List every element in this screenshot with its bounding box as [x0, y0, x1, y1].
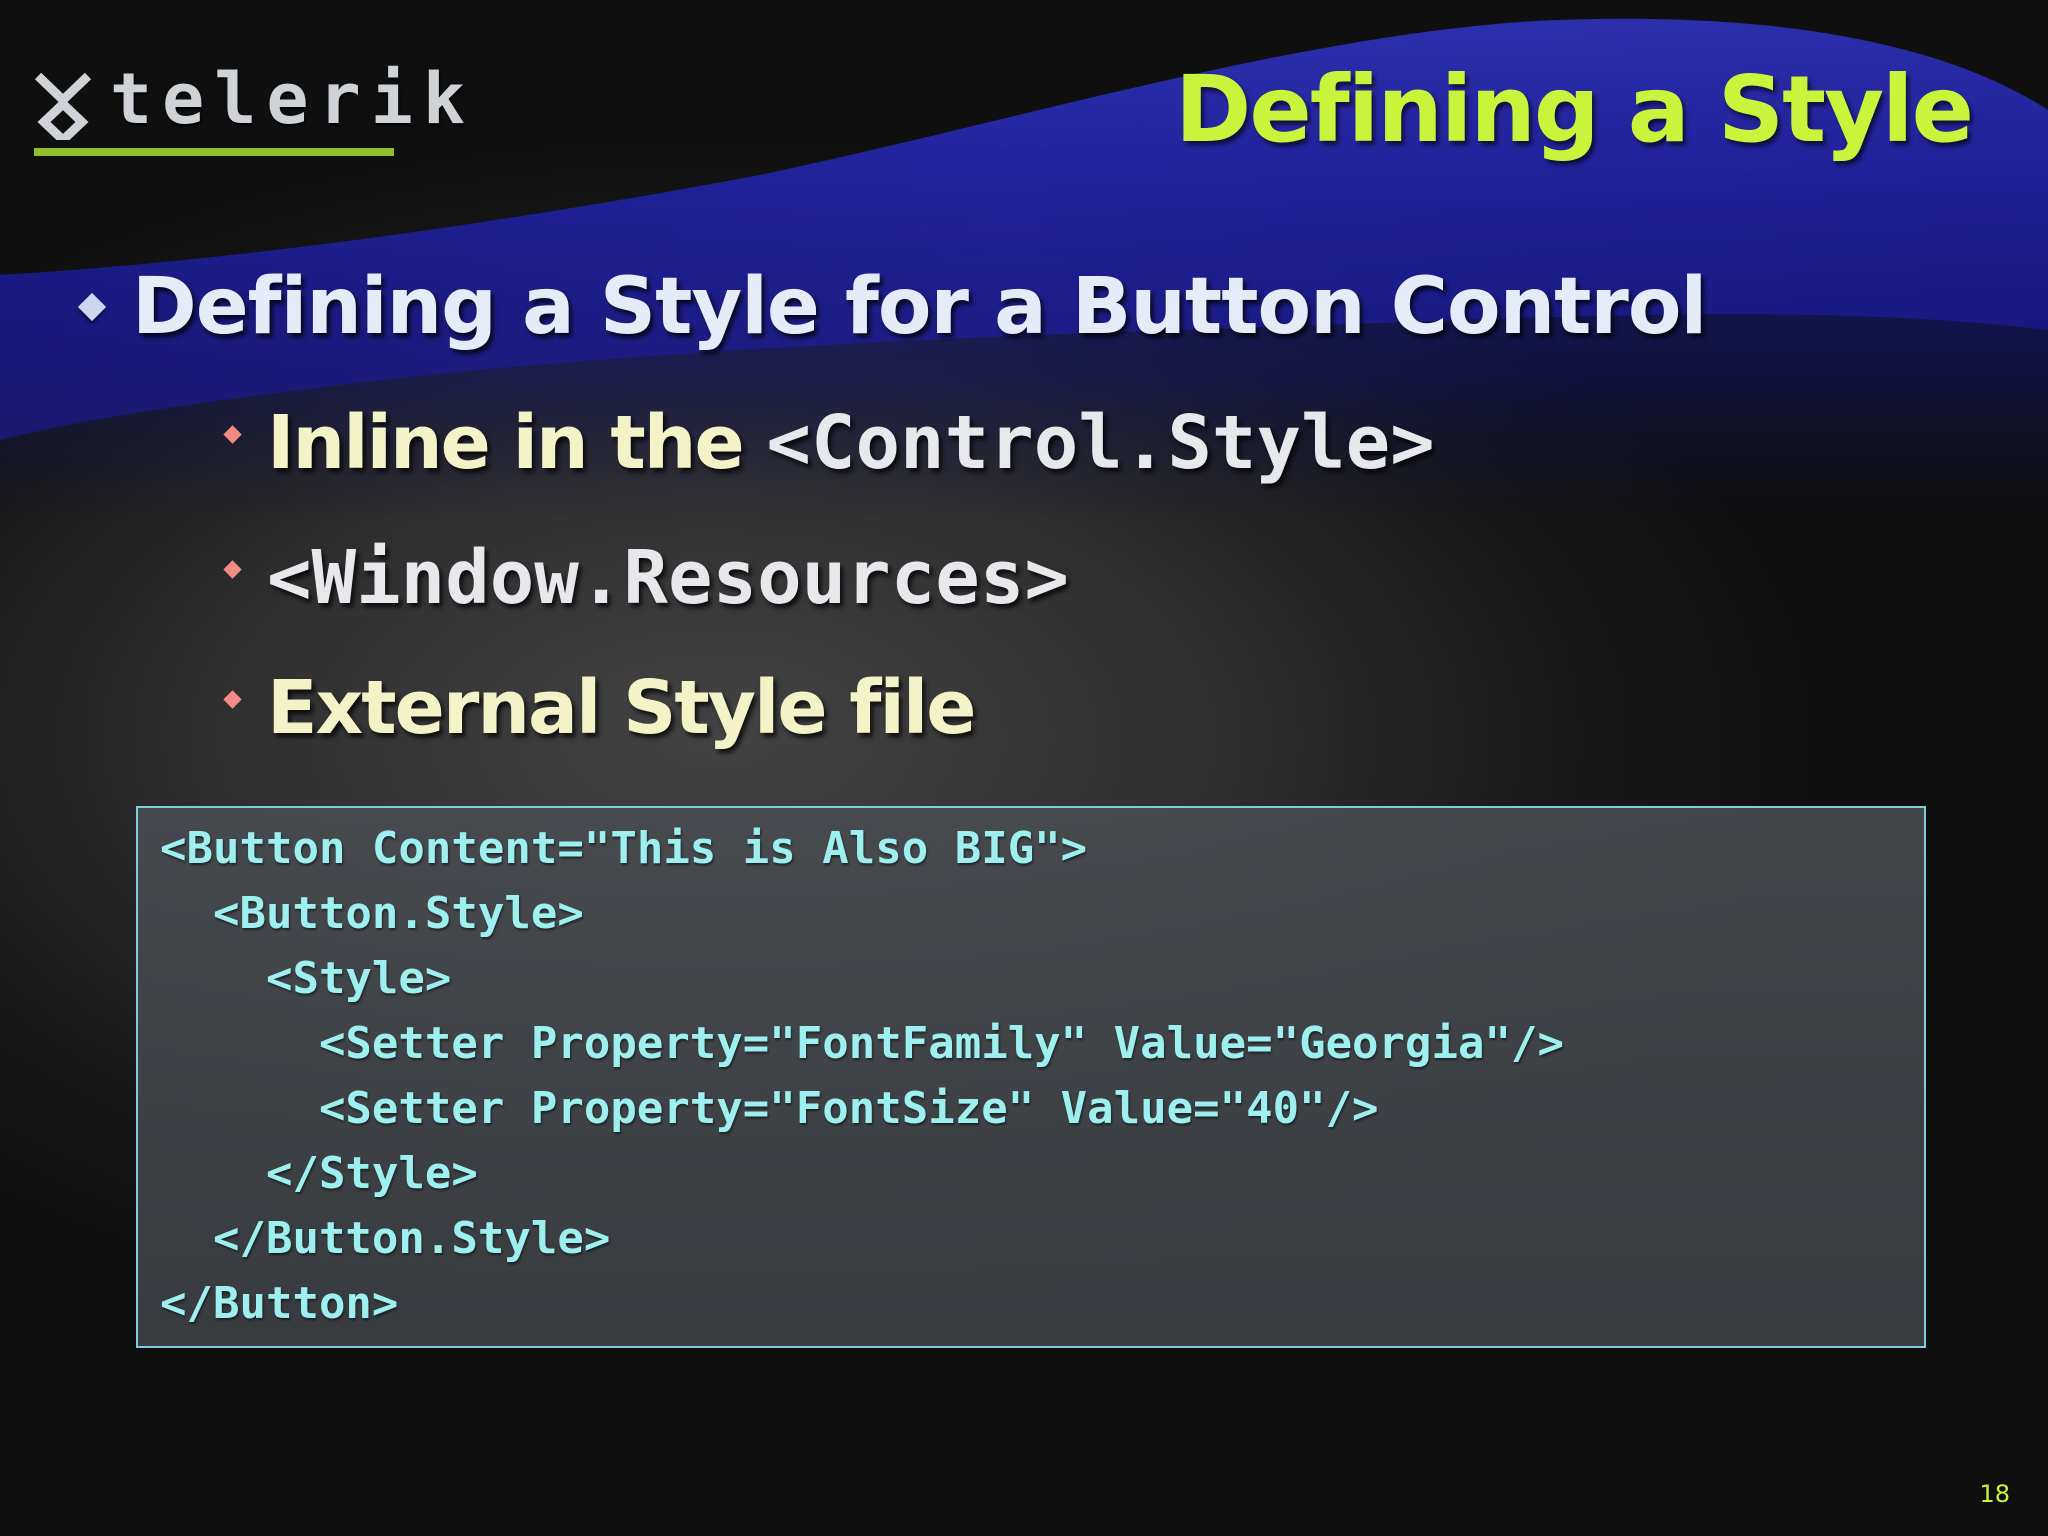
page-number: 18 [1979, 1480, 2010, 1508]
code-line: <Button Content="This is Also BIG"> [160, 823, 1088, 874]
bullet-text: External Style file [267, 665, 976, 751]
bullet-code: <Control.Style> [766, 400, 1435, 486]
code-line: <Setter Property="FontFamily" Value="Geo… [160, 1018, 1564, 1069]
bullet-level1: Defining a Style for a Button Control [77, 262, 1707, 352]
code-line: </Button> [160, 1278, 399, 1329]
telerik-logo: telerik [32, 58, 465, 158]
bullet-external-style-file: External Style file [223, 665, 976, 751]
code-line: <Button.Style> [160, 888, 584, 939]
diamond-bullet-icon [223, 690, 242, 709]
logo-underline [34, 148, 394, 156]
bullet-code: <Window.Resources> [267, 535, 1069, 621]
bullet-text: Inline in the [267, 400, 767, 486]
code-line: </Button.Style> [160, 1213, 611, 1264]
diamond-bullet-icon [77, 292, 107, 321]
code-block: <Button Content="This is Also BIG"> <But… [136, 806, 1926, 1348]
slide-title: Defining a Style [1175, 56, 1974, 163]
logo-text: telerik [110, 58, 476, 140]
code-line: </Style> [160, 1148, 478, 1199]
telerik-logo-icon [34, 72, 92, 140]
slide: telerik Defining a Style Defining a Styl… [0, 0, 2048, 1536]
diamond-bullet-icon [223, 560, 242, 579]
diamond-bullet-icon [223, 425, 242, 444]
bullet-window-resources: <Window.Resources> [223, 535, 1069, 621]
code-line: <Style> [160, 953, 452, 1004]
bullet-inline-control-style: Inline in the <Control.Style> [223, 400, 1435, 486]
bullet-text: Defining a Style for a Button Control [132, 262, 1707, 352]
code-line: <Setter Property="FontSize" Value="40"/> [160, 1083, 1379, 1134]
